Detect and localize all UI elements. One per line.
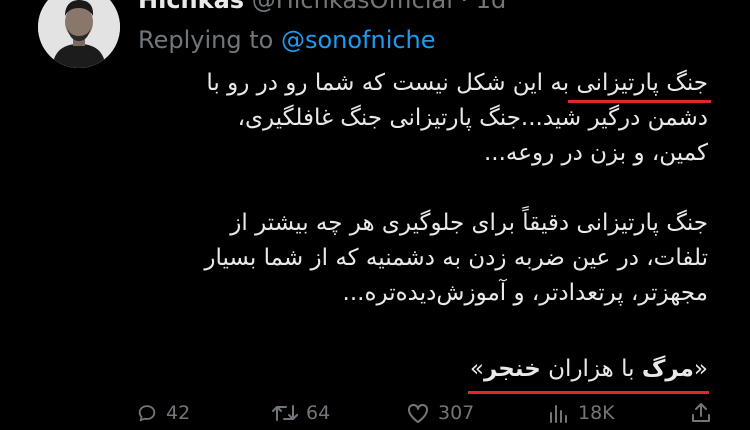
quote-close: » [469, 356, 484, 382]
mention-link[interactable]: @sonofniche [281, 26, 436, 54]
display-name[interactable]: Hichkas [138, 0, 244, 14]
highlight-underline [468, 391, 709, 394]
quote-word-death: مرگ [641, 356, 694, 382]
tweet-time[interactable]: 1d [476, 0, 507, 14]
tweet-line: جنگ پارتیزانی دقیقاً برای جلوگیری هر چه … [230, 210, 708, 236]
user-handle[interactable]: @HichkasOfficial [252, 0, 453, 14]
tweet-line: تلفات، در عین ضربه زدن به دشمنیه که از ش… [204, 245, 708, 271]
tweet-line: مجهزتر، پرتعدادتر، و آموزش‌دیده‌تره... [342, 280, 708, 306]
tweet-header: Hichkas @HichkasOfficial · 1d [138, 0, 506, 14]
tweet-quote-line: «مرگ با هزاران خنجر» [108, 352, 708, 387]
views-button[interactable]: 18K [548, 402, 615, 424]
retweet-icon [272, 405, 298, 421]
tweet-line: دشمن درگیر شید...جنگ پارتیزانی جنگ غافلگ… [237, 105, 708, 131]
tweet-paragraph-2: جنگ پارتیزانی دقیقاً برای جلوگیری هر چه … [108, 206, 708, 311]
tweet-line: جنگ پارتیزانی به این شکل نیست که شما رو … [206, 70, 708, 96]
quote-word-dagger: خنجر [484, 356, 541, 382]
like-button[interactable]: 307 [406, 402, 474, 424]
tweet-actions: 42 64 307 18K [0, 398, 750, 430]
replying-to-label: Replying to [138, 26, 274, 54]
views-icon [550, 405, 567, 423]
highlight-underline [568, 100, 711, 103]
retweet-button[interactable]: 64 [272, 402, 330, 424]
quote-middle: با هزاران [540, 356, 642, 382]
heart-icon [408, 403, 428, 423]
retweet-count: 64 [306, 402, 331, 424]
reply-icon [138, 405, 156, 422]
reply-button[interactable]: 42 [136, 402, 190, 424]
avatar-photo [38, 0, 120, 68]
header-separator: · [460, 0, 469, 14]
avatar[interactable] [38, 0, 120, 68]
reply-count: 42 [166, 402, 191, 424]
share-icon [692, 403, 710, 422]
like-count: 307 [438, 402, 475, 424]
quote-open: « [693, 356, 708, 382]
tweet-line: کمین، و بزن در روعه... [483, 140, 708, 166]
tweet-paragraph-1: جنگ پارتیزانی به این شکل نیست که شما رو … [108, 66, 708, 171]
replying-to: Replying to @sonofniche [138, 25, 436, 55]
share-button[interactable] [690, 402, 712, 424]
views-count: 18K [578, 402, 615, 424]
